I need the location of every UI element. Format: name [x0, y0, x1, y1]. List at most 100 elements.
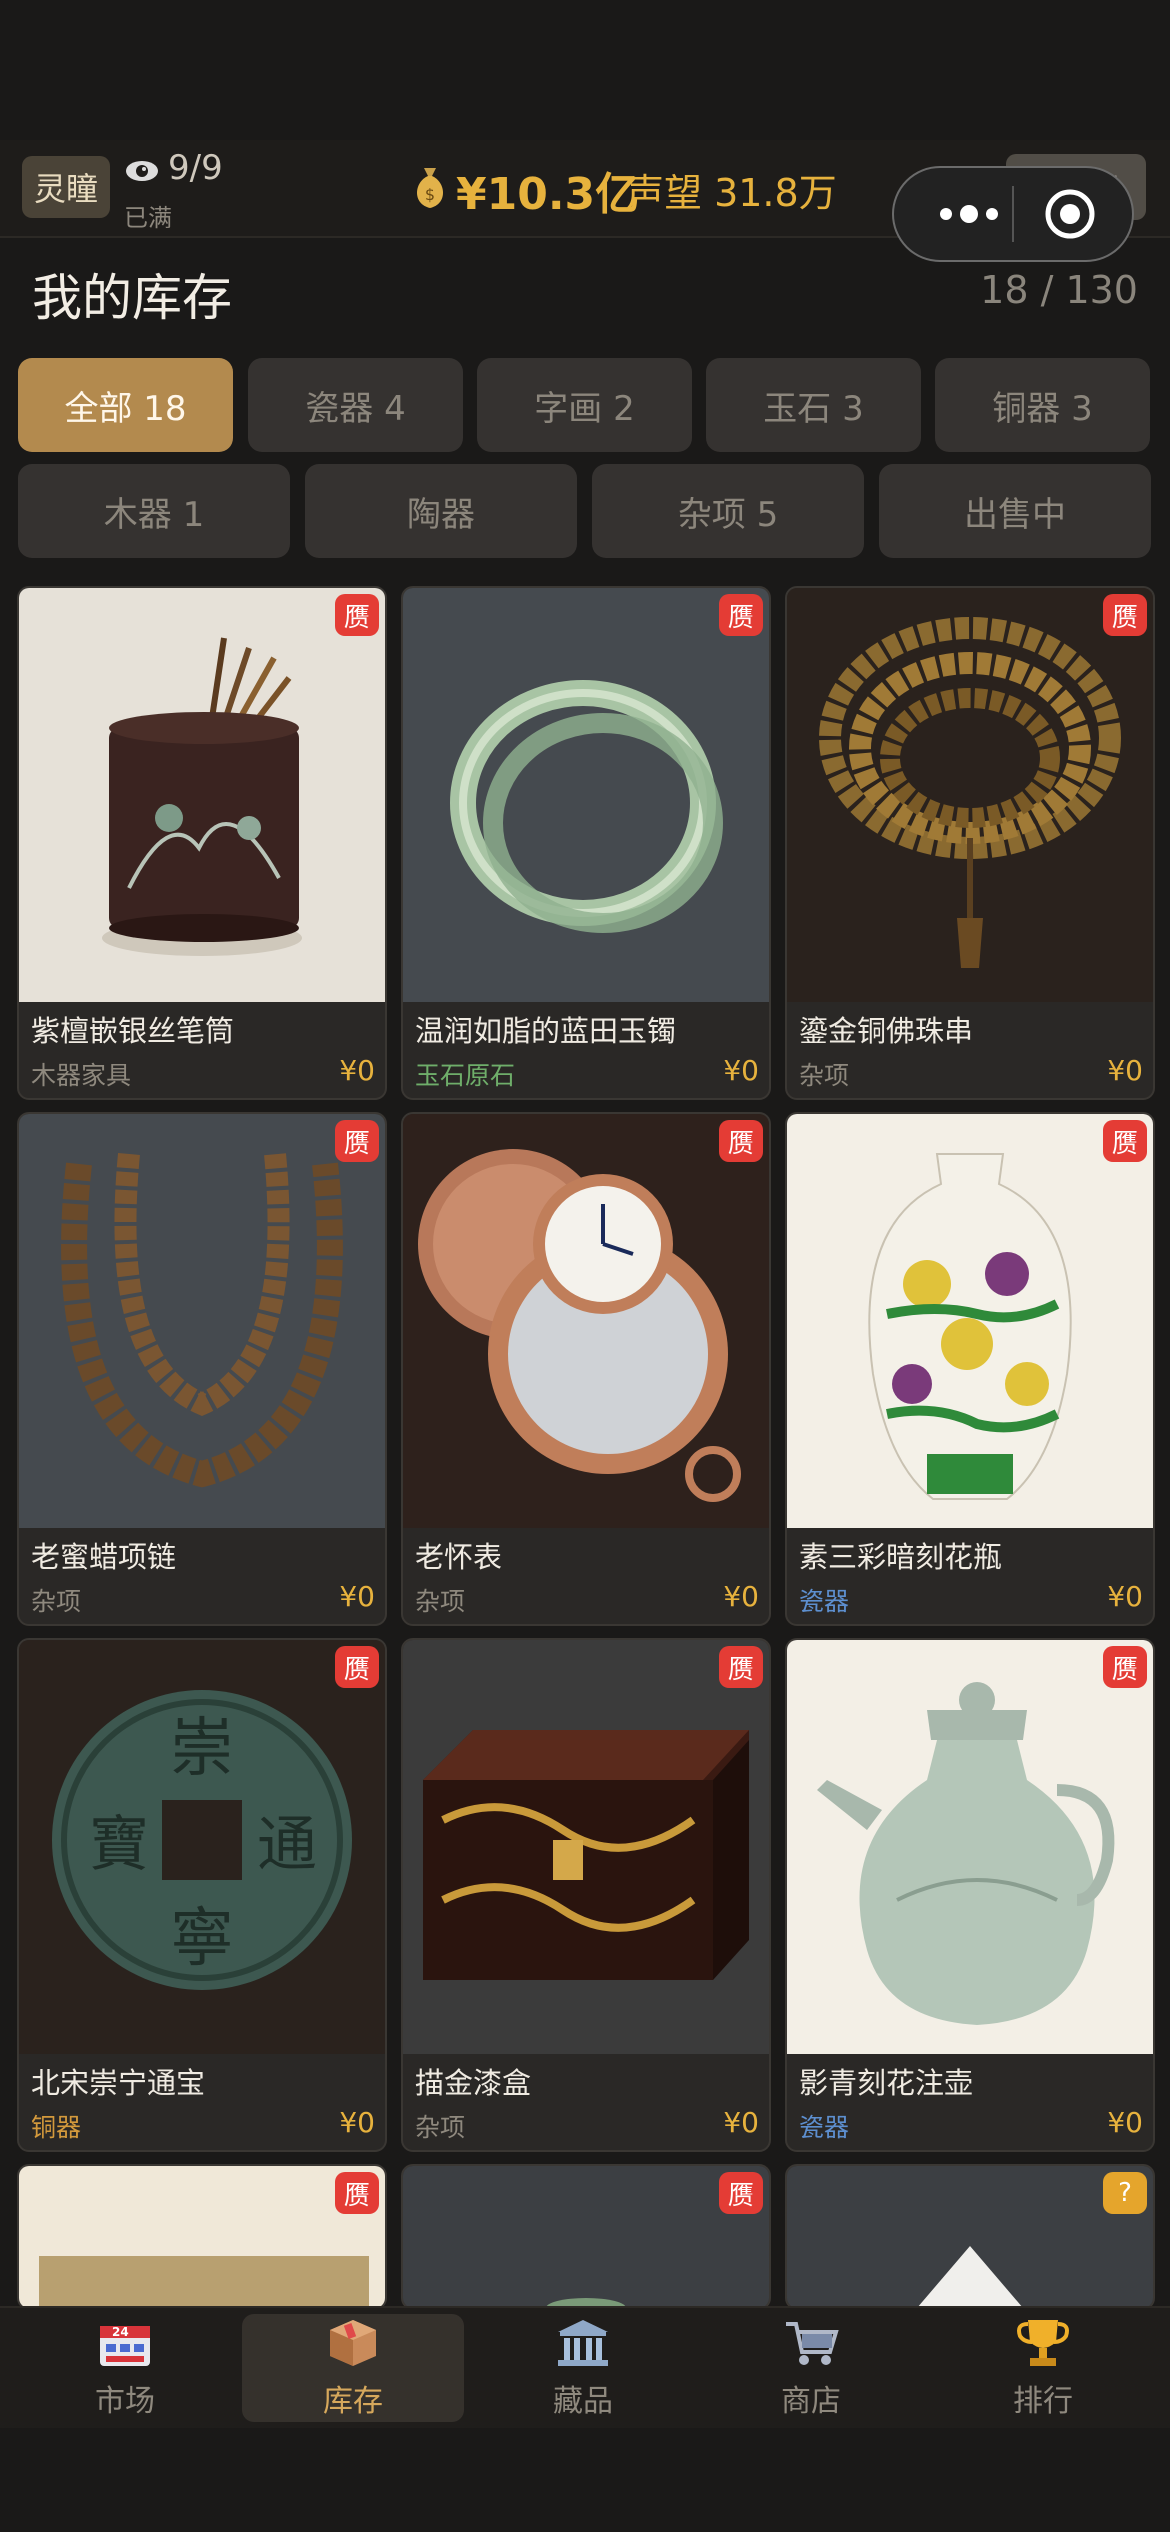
- item-price: ¥0: [339, 1580, 375, 1613]
- item-card[interactable]: 赝 紫檀嵌银丝笔筒 木器家具 ¥0: [17, 586, 387, 1100]
- item-card[interactable]: 赝: [401, 2164, 771, 2310]
- filter-pottery[interactable]: 陶器: [305, 464, 577, 558]
- item-image-amber-necklace: [19, 1114, 385, 1528]
- filter-porcelain[interactable]: 瓷器 4: [248, 358, 463, 452]
- fake-badge: 赝: [335, 594, 379, 636]
- nav-market[interactable]: 24 市场: [14, 2314, 236, 2422]
- item-category: 杂项: [799, 1061, 850, 1090]
- item-price: ¥0: [1107, 1580, 1143, 1613]
- home-indicator-area: [0, 2428, 1170, 2532]
- filter-wood[interactable]: 木器 1: [18, 464, 290, 558]
- item-image-sancai-vase: [787, 1114, 1153, 1528]
- item-card[interactable]: 赝 影青刻花注壶 瓷器 ¥0: [785, 1638, 1155, 2152]
- fake-badge: 赝: [719, 1120, 763, 1162]
- filter-bronze[interactable]: 铜器 3: [935, 358, 1150, 452]
- museum-icon: [558, 2320, 608, 2366]
- item-price: ¥0: [723, 2106, 759, 2139]
- item-name: 描金漆盒: [415, 2066, 532, 2100]
- item-price: ¥0: [1107, 1054, 1143, 1087]
- eye-state: 已满: [124, 204, 172, 232]
- fake-badge: 赝: [1103, 594, 1147, 636]
- eye-icon: [126, 161, 158, 181]
- box-icon: [330, 2320, 376, 2366]
- item-image-coin: 崇 寧 寶 通: [19, 1640, 385, 2054]
- item-card[interactable]: 赝 鎏金铜佛珠串 杂项 ¥0: [785, 586, 1155, 1100]
- item-price: ¥0: [723, 1580, 759, 1613]
- calendar-24-icon: 24: [100, 2325, 150, 2366]
- item-category: 瓷器: [799, 2113, 850, 2142]
- nav-label: 库存: [323, 2384, 383, 2419]
- nav-label: 市场: [95, 2384, 155, 2419]
- item-card[interactable]: 赝 温润如脂的蓝田玉镯 玉石原石 ¥0: [401, 586, 771, 1100]
- svg-text:24: 24: [112, 2325, 129, 2339]
- item-category: 杂项: [415, 2113, 466, 2142]
- fake-badge: 赝: [335, 1646, 379, 1688]
- item-category: 铜器: [31, 2113, 82, 2142]
- nav-label: 藏品: [553, 2384, 613, 2419]
- nav-collection[interactable]: 藏品: [472, 2314, 694, 2422]
- item-name: 老蜜蜡项链: [31, 1540, 177, 1574]
- svg-text:寶: 寶: [89, 1810, 149, 1880]
- filter-jade[interactable]: 玉石 3: [706, 358, 921, 452]
- item-image-gilt-beads: [787, 588, 1153, 1002]
- money-bag-icon: $: [417, 168, 443, 208]
- svg-text:崇: 崇: [170, 1712, 234, 1786]
- fake-badge: 赝: [335, 1120, 379, 1162]
- filter-on-sale[interactable]: 出售中: [879, 464, 1151, 558]
- fake-badge: 赝: [719, 2172, 763, 2214]
- fake-badge: 赝: [1103, 1120, 1147, 1162]
- item-name: 素三彩暗刻花瓶: [799, 1540, 1003, 1574]
- item-image-pocket-watch: [403, 1114, 769, 1528]
- item-image-jade-bangle: [403, 588, 769, 1002]
- item-name: 北宋崇宁通宝: [31, 2066, 206, 2100]
- item-category: 瓷器: [799, 1587, 850, 1616]
- item-name: 温润如脂的蓝田玉镯: [415, 1014, 677, 1048]
- fame-amount: 声望 31.8万: [626, 171, 837, 215]
- item-price: ¥0: [723, 1054, 759, 1087]
- item-card[interactable]: 赝 素三彩暗刻花瓶 瓷器 ¥0: [785, 1112, 1155, 1626]
- item-card[interactable]: 赝 老蜜蜡项链 杂项 ¥0: [17, 1112, 387, 1626]
- nav-label: 商店: [781, 2384, 841, 2419]
- svg-text:寧: 寧: [170, 1902, 234, 1976]
- nav-inventory[interactable]: 库存: [242, 2314, 464, 2422]
- bottom-nav: 24 市场 库存 藏品 商店 排行: [0, 2306, 1170, 2428]
- item-card[interactable]: 赝 老怀表 杂项 ¥0: [401, 1112, 771, 1626]
- stock-count: 18 / 130: [980, 268, 1138, 312]
- miniprogram-capsule: [892, 166, 1134, 262]
- fake-badge: 赝: [719, 1646, 763, 1688]
- item-price: ¥0: [1107, 2106, 1143, 2139]
- nav-shop[interactable]: 商店: [700, 2314, 922, 2422]
- lingtong-button[interactable]: 灵瞳: [22, 156, 110, 218]
- item-name: 影青刻花注壶: [799, 2066, 974, 2100]
- fake-badge: 赝: [1103, 1646, 1147, 1688]
- money-amount: ¥10.3亿: [456, 169, 640, 220]
- fake-badge: 赝: [719, 594, 763, 636]
- svg-text:$: $: [425, 185, 435, 204]
- svg-text:通: 通: [257, 1810, 317, 1880]
- fake-badge: 赝: [335, 2172, 379, 2214]
- filter-misc[interactable]: 杂项 5: [592, 464, 864, 558]
- capsule-divider: [1012, 186, 1014, 242]
- item-name: 紫檀嵌银丝笔筒: [31, 1014, 235, 1048]
- item-category: 玉石原石: [415, 1061, 516, 1090]
- item-category: 杂项: [415, 1587, 466, 1616]
- nav-ranking[interactable]: 排行: [932, 2314, 1154, 2422]
- item-name: 老怀表: [415, 1540, 503, 1574]
- filter-all[interactable]: 全部 18: [18, 358, 233, 452]
- item-card[interactable]: ?: [785, 2164, 1155, 2310]
- item-price: ¥0: [339, 1054, 375, 1087]
- more-dots-icon[interactable]: [924, 196, 1014, 232]
- filter-painting[interactable]: 字画 2: [477, 358, 692, 452]
- status-bar-area: [0, 0, 1170, 140]
- item-category: 杂项: [31, 1587, 82, 1616]
- item-card[interactable]: 赝 描金漆盒 杂项 ¥0: [401, 1638, 771, 2152]
- item-price: ¥0: [339, 2106, 375, 2139]
- trophy-icon: [1017, 2320, 1069, 2366]
- item-image-qingbai-ewer: [787, 1640, 1153, 2054]
- close-target-icon[interactable]: [1042, 186, 1098, 242]
- item-card[interactable]: 崇 寧 寶 通 赝 北宋崇宁通宝 铜器 ¥0: [17, 1638, 387, 2152]
- item-card[interactable]: 赝: [17, 2164, 387, 2310]
- eye-count: 9/9: [168, 148, 223, 188]
- item-name: 鎏金铜佛珠串: [799, 1014, 974, 1048]
- unknown-badge: ?: [1103, 2172, 1147, 2214]
